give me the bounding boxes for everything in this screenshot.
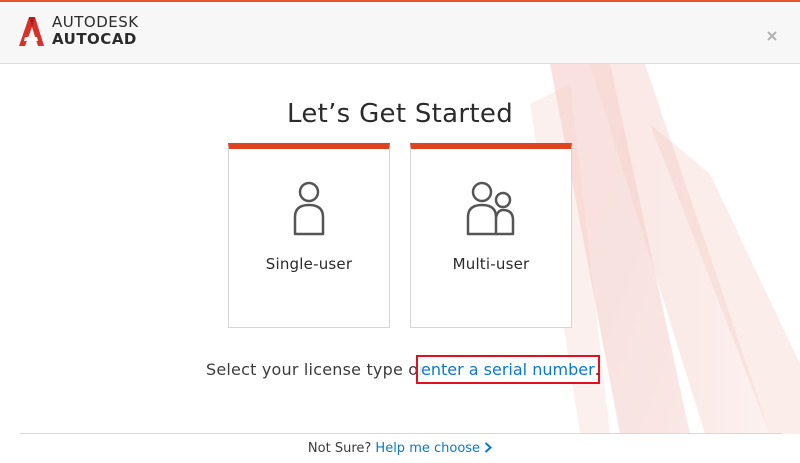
single-user-icon: [229, 177, 389, 237]
single-user-label: Single-user: [265, 255, 353, 273]
chevron-right-icon: [484, 442, 493, 453]
brand-line-autocad: AUTOCAD: [52, 30, 137, 48]
multi-user-card[interactable]: Multi-user: [410, 143, 572, 328]
autocad-logo-icon: [19, 17, 44, 46]
multi-user-icon: [411, 177, 571, 237]
single-user-card[interactable]: Single-user: [228, 143, 390, 328]
page-title: Let’s Get Started: [286, 99, 513, 130]
brand-name: AUTODESK AUTOCAD: [52, 15, 139, 47]
multi-user-label: Multi-user: [452, 255, 530, 273]
prompt-period: .: [594, 360, 600, 379]
help-me-choose-label[interactable]: Help me choose: [375, 441, 480, 456]
footer: Not Sure? Help me choose: [0, 441, 800, 456]
serial-link-text[interactable]: enter a serial number: [421, 360, 595, 379]
close-icon: [767, 31, 777, 41]
close-button[interactable]: [762, 26, 782, 46]
brand-line-autodesk: AUTODESK: [52, 13, 139, 31]
license-prompt-text: Select your license type or: [206, 360, 426, 379]
dialog-header: AUTODESK AUTOCAD: [0, 2, 800, 64]
footer-divider: [20, 433, 782, 434]
not-sure-text: Not Sure?: [307, 441, 376, 456]
help-me-choose-link[interactable]: Help me choose: [375, 441, 493, 456]
enter-serial-number-link[interactable]: enter a serial number.: [416, 355, 600, 384]
